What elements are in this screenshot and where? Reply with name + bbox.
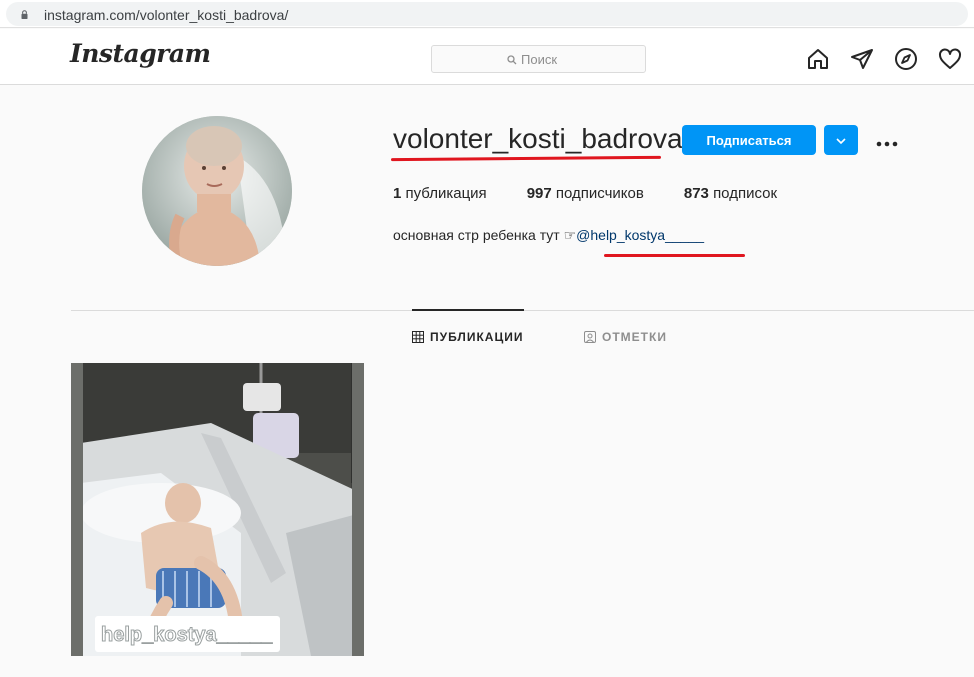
search-placeholder: Поиск [521,52,558,67]
options-button[interactable] [872,127,902,153]
active-tab-indicator [412,309,524,311]
bio-mention-link[interactable]: @help_kostya_____ [576,227,704,243]
post-caption-overlay: help_kostya_____ [95,616,280,652]
instagram-logo[interactable]: Instagram [70,39,211,68]
annotation-underline-link [604,254,745,257]
url-field[interactable]: instagram.com/volonter_kosti_badrova/ [6,2,968,26]
annotation-underline-username [390,155,662,162]
browser-address-bar: instagram.com/volonter_kosti_badrova/ [0,0,974,28]
post-thumbnail[interactable]: help_kostya_____ [71,363,364,656]
chevron-down-icon [836,137,846,144]
tab-tagged-label: ОТМЕТКИ [602,330,667,344]
posts-count: 1 публикация [393,185,487,202]
url-text: instagram.com/volonter_kosti_badrova/ [44,7,289,23]
lock-icon [21,10,28,19]
direct-icon[interactable] [850,47,874,71]
tab-posts[interactable]: ПУБЛИКАЦИИ [412,330,523,344]
suggestions-dropdown-button[interactable] [824,125,858,155]
search-icon [507,54,517,64]
tab-tagged[interactable]: ОТМЕТКИ [584,330,667,344]
profile-avatar[interactable] [142,116,292,266]
following-count[interactable]: 873 подписок [684,185,777,202]
activity-icon[interactable] [938,47,962,71]
tab-posts-label: ПУБЛИКАЦИИ [430,330,524,344]
search-input[interactable]: Поиск [431,45,646,73]
grid-icon [412,331,424,343]
followers-count[interactable]: 997 подписчиков [527,185,644,202]
home-icon[interactable] [806,47,830,71]
top-nav: Instagram Поиск [0,29,974,85]
profile-username: volonter_kosti_badrova [393,123,683,154]
tagged-icon [584,331,596,343]
more-dots-icon [876,141,898,147]
profile-stats: 1 публикация 997 подписчиков 873 подписо… [393,185,817,202]
profile-bio: основная стр ребенка тут ☞@help_kostya__… [393,227,704,244]
explore-icon[interactable] [894,47,918,71]
post-image [71,363,364,656]
bio-text: основная стр ребенка тут ☞ [393,227,577,243]
follow-button[interactable]: Подписаться [682,125,816,155]
